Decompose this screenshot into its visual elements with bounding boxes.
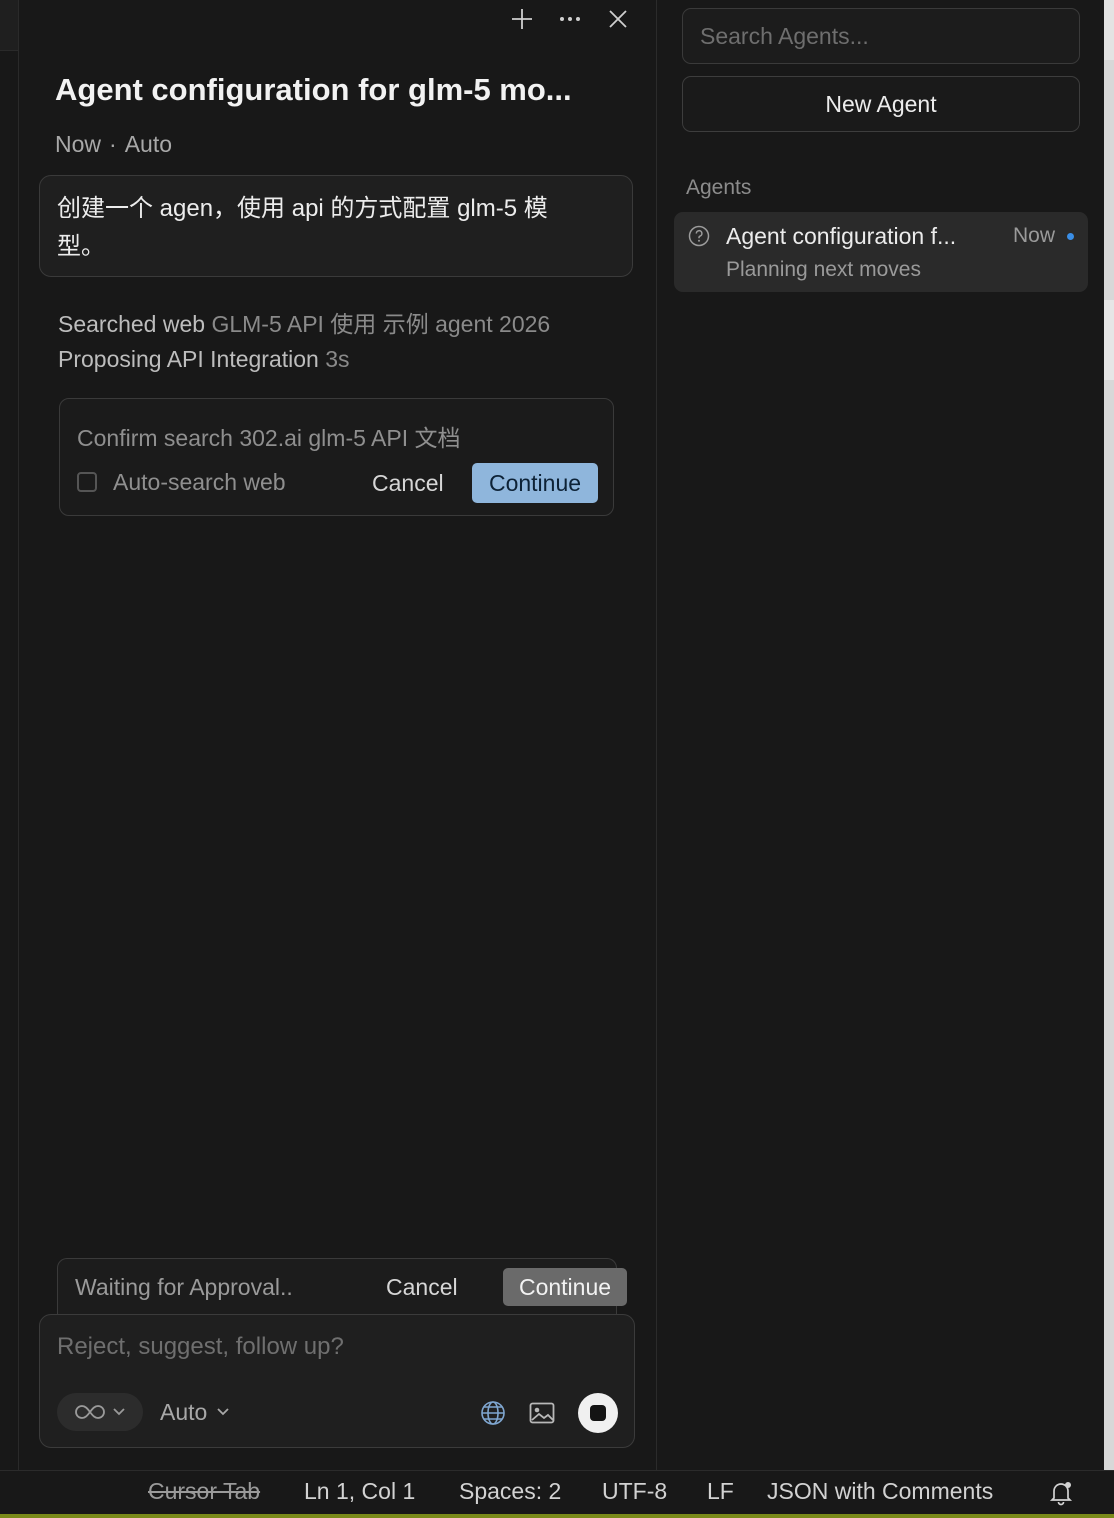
window-bottom-accent [0,1514,1114,1518]
step-action: Proposing API Integration [58,346,319,372]
confirm-search-card: Confirm search 302.ai glm-5 API 文档 Auto-… [59,398,614,516]
status-cursor-position[interactable]: Ln 1, Col 1 [304,1478,415,1505]
image-icon[interactable] [527,1398,557,1428]
editor-edge-strip [0,0,19,1470]
model-label: Auto [160,1398,208,1425]
globe-icon[interactable] [478,1398,508,1428]
close-icon[interactable] [605,6,631,32]
chat-meta-model: Auto [124,131,173,157]
mode-selector[interactable] [57,1393,143,1431]
user-message-text: 创建一个 agen，使用 api 的方式配置 glm-5 模型。 [57,195,548,260]
confirm-search-text: Confirm search 302.ai glm-5 API 文档 [77,425,461,451]
unread-dot [1067,233,1074,240]
agent-list-item[interactable]: Agent configuration f... Now Planning ne… [674,212,1088,292]
composer-input[interactable] [57,1329,617,1365]
auto-search-checkbox[interactable] [77,472,97,492]
plus-icon[interactable] [509,6,535,32]
chat-meta-time: Now [55,131,102,157]
search-agents-input[interactable] [682,8,1080,64]
auto-search-label[interactable]: Auto-search web [113,469,286,496]
chat-meta: Now · Auto [55,131,172,158]
edge-segment [1104,300,1114,380]
agent-item-subtitle: Planning next moves [726,258,921,281]
step-action: Searched web [58,311,206,337]
approval-status: Waiting for Approval.. [75,1274,293,1300]
chevron-down-icon [113,1408,125,1416]
ellipsis-icon[interactable] [557,6,583,32]
editor-tab-stub [0,0,18,51]
agent-item-time: Now [1013,224,1056,247]
approval-continue-button[interactable]: Continue [503,1268,627,1306]
approval-cancel-button[interactable]: Cancel [380,1268,464,1306]
meta-separator: · [109,131,117,157]
step-detail: GLM-5 API 使用 示例 agent 2026 [211,311,551,337]
status-indentation[interactable]: Spaces: 2 [459,1478,561,1505]
stop-icon [590,1405,606,1421]
chat-panel: Agent configuration for glm-5 mo... Now ·… [19,0,657,1470]
stop-button[interactable] [578,1393,618,1433]
step-searched-web[interactable]: Searched web GLM-5 API 使用 示例 agent 2026 [58,305,550,339]
status-language-mode[interactable]: JSON with Comments [767,1478,993,1505]
chevron-down-icon [217,1408,229,1416]
agents-panel: New Agent Agents Agent configuration f..… [657,0,1104,1470]
status-line-ending[interactable]: LF [707,1478,734,1505]
step-proposing-api[interactable]: Proposing API Integration 3s [58,346,350,373]
infinity-icon [75,1404,105,1420]
approval-bar: Waiting for Approval.. Cancel Continue [57,1258,627,1316]
agent-item-title: Agent configuration f... [726,223,957,249]
model-selector[interactable]: Auto [160,1393,229,1431]
status-bar: Cursor Tab Ln 1, Col 1 Spaces: 2 UTF-8 L… [0,1470,1114,1514]
notifications-bell-icon[interactable] [1047,1479,1075,1507]
confirm-continue-button[interactable]: Continue [472,463,598,503]
status-encoding[interactable]: UTF-8 [602,1478,667,1505]
edge-segment [1104,0,1114,60]
new-agent-button[interactable]: New Agent [682,76,1080,132]
status-cursor-tab[interactable]: Cursor Tab [148,1478,260,1505]
agents-section-heading: Agents [686,176,752,199]
question-circle-icon [688,225,710,247]
user-message-bubble[interactable]: 创建一个 agen，使用 api 的方式配置 glm-5 模型。 [39,175,633,277]
step-duration: 3s [325,346,350,372]
adjacent-window-edge [1104,0,1114,1470]
confirm-cancel-button[interactable]: Cancel [366,463,450,503]
chat-title: Agent configuration for glm-5 mo... [55,72,572,107]
composer: Auto [39,1314,635,1448]
